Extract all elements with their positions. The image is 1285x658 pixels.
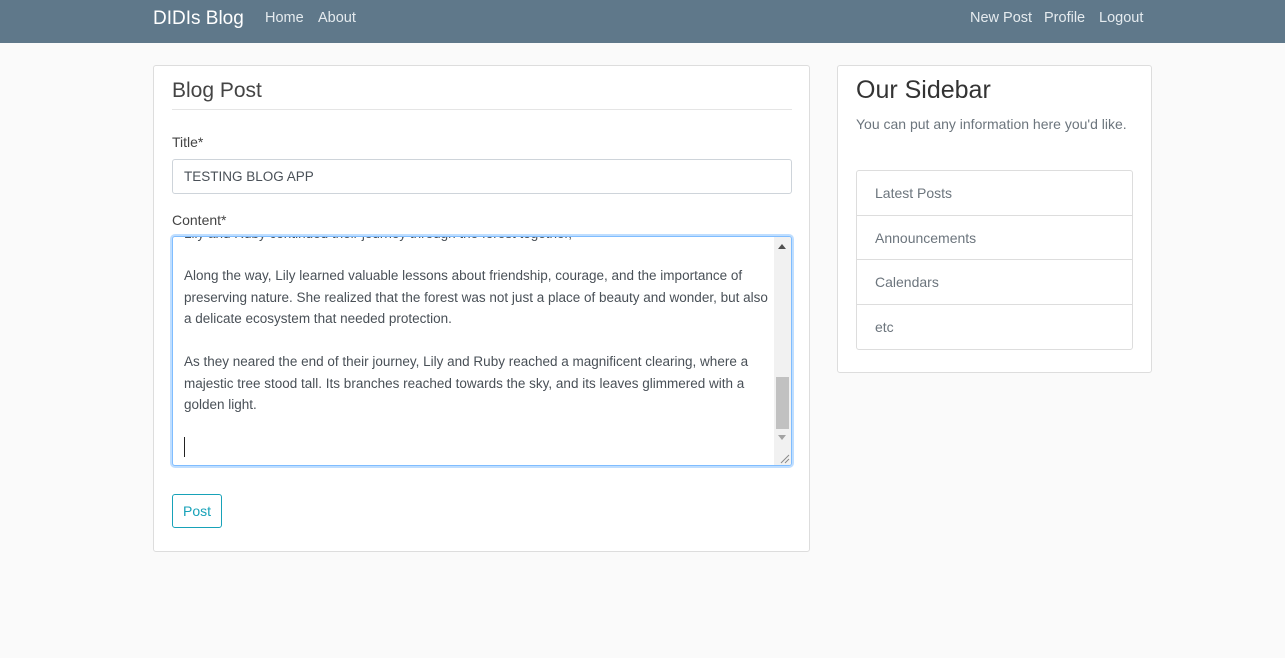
sidebar-description: You can put any information here you'd l… [856,116,1127,132]
nav-home-link[interactable]: Home [265,10,304,26]
scroll-down-arrow-icon[interactable] [778,435,786,440]
form-legend: Blog Post [172,79,792,110]
sidebar-card: Our Sidebar You can put any information … [837,65,1152,373]
post-form-card: Blog Post Title* Content* Lily and Ruby … [153,65,810,552]
nav-profile-link[interactable]: Profile [1044,10,1085,26]
post-button[interactable]: Post [172,494,222,528]
resize-grip-icon[interactable] [779,453,790,464]
title-input[interactable] [172,159,792,194]
sidebar-list: Latest Posts Announcements Calendars etc [856,170,1133,350]
content-text: Along the way, Lily learned valuable les… [184,237,769,416]
sidebar-item-announcements[interactable]: Announcements [857,216,1132,260]
text-caret [184,437,185,457]
content-paragraph: As they neared the end of their journey,… [184,354,749,412]
content-textarea[interactable]: Lily and Ruby continued their journey th… [172,236,792,466]
scroll-up-arrow-icon[interactable] [778,244,786,249]
textarea-scrollbar[interactable] [774,237,791,465]
content-paragraph: Along the way, Lily learned valuable les… [184,268,768,326]
nav-logout-link[interactable]: Logout [1099,10,1143,26]
top-navbar: DIDIs Blog Home About New Post Profile L… [0,0,1285,43]
scroll-thumb[interactable] [776,377,789,429]
brand-link[interactable]: DIDIs Blog [153,8,244,30]
sidebar-title: Our Sidebar [856,76,991,104]
content-label: Content* [172,212,227,228]
nav-about-link[interactable]: About [318,10,356,26]
sidebar-item-latest-posts[interactable]: Latest Posts [857,171,1132,216]
nav-new-post-link[interactable]: New Post [970,10,1032,26]
sidebar-item-etc[interactable]: etc [857,305,1132,350]
title-label: Title* [172,134,204,150]
sidebar-item-calendars[interactable]: Calendars [857,260,1132,305]
